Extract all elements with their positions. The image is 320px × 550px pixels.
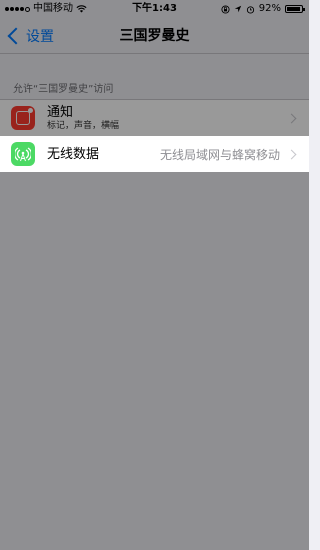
- alarm-icon: [246, 5, 254, 14]
- permission-list: 通知 标记，声音，横幅: [0, 99, 309, 137]
- notification-icon: [11, 106, 35, 130]
- navigation-bar: 设置 三国罗曼史: [0, 18, 309, 54]
- notification-text: 通知 标记，声音，横幅: [47, 105, 288, 132]
- wireless-data-value: 无线局域网与蜂窝移动: [159, 147, 280, 162]
- wireless-data-row[interactable]: 无线数据 无线局域网与蜂窝移动: [0, 136, 309, 172]
- wireless-data-title: 无线数据: [47, 146, 100, 162]
- cellular-antenna-icon: [11, 142, 35, 166]
- notification-title: 通知: [47, 104, 74, 120]
- battery-icon: [285, 5, 305, 13]
- notification-row[interactable]: 通知 标记，声音，横幅: [0, 100, 309, 136]
- location-icon: [234, 5, 241, 13]
- lock-rotation-icon: [221, 4, 230, 14]
- wireless-data-text: 无线数据: [47, 147, 160, 162]
- section-header: 允许“三国罗曼史”访问: [13, 84, 114, 95]
- status-right: 92%: [221, 0, 305, 18]
- chevron-right-icon: [286, 113, 297, 123]
- battery-percent: 92%: [258, 3, 281, 14]
- status-bar: 中国移动 下午1:43 92%: [0, 0, 309, 18]
- battery-fill: [287, 7, 300, 11]
- page-title: 三国罗曼史: [119, 28, 190, 44]
- notification-subtitle: 标记，声音，横幅: [47, 120, 120, 131]
- wireless-data-row-highlight: 无线数据 无线局域网与蜂窝移动: [0, 136, 309, 172]
- chevron-right-icon: [286, 149, 297, 159]
